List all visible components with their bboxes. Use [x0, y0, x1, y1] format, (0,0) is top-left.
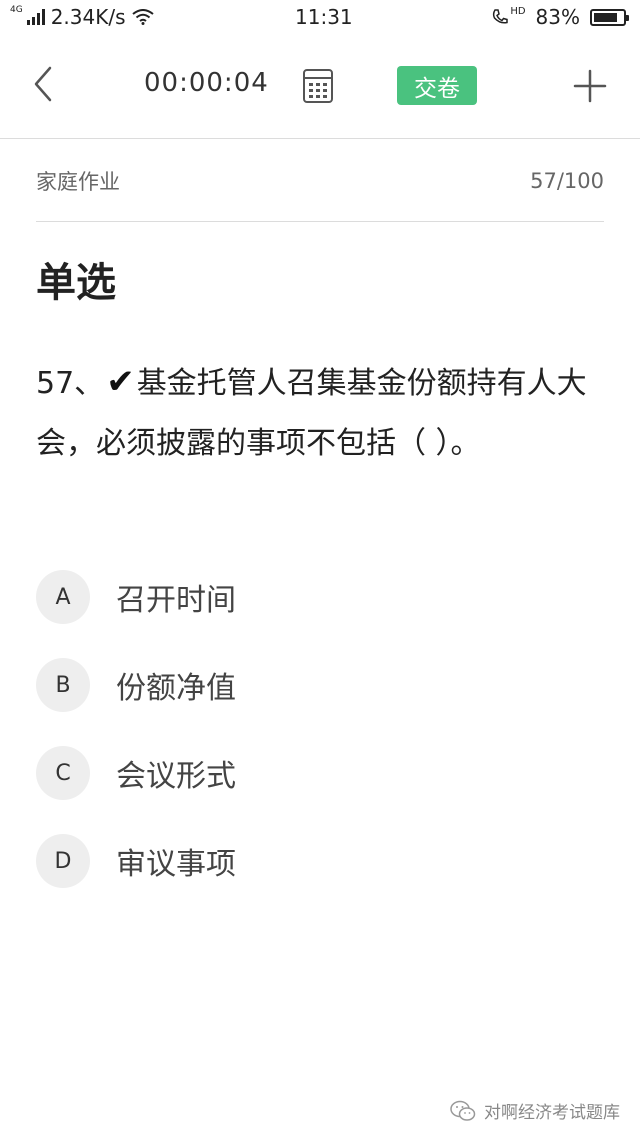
- chevron-left-icon: [34, 66, 52, 102]
- answer-options: A 召开时间 B 份额净值 C 会议形式 D 审议事项: [36, 553, 606, 905]
- option-text: 份额净值: [116, 671, 236, 706]
- option-letter: A: [36, 570, 90, 624]
- option-text: 审议事项: [116, 847, 236, 882]
- section-header: 家庭作业 57/100: [36, 140, 604, 222]
- submit-exam-button[interactable]: 交卷: [397, 66, 477, 105]
- network-speed: 2.34K/s: [50, 5, 126, 29]
- phone-hd-icon: HD: [491, 5, 526, 26]
- battery-fill: [594, 12, 618, 22]
- option-letter: C: [36, 746, 90, 800]
- option-text: 会议形式: [116, 759, 236, 794]
- status-time: 11:31: [295, 5, 353, 29]
- wechat-icon: [450, 1100, 476, 1121]
- option-c[interactable]: C 会议形式: [36, 729, 606, 817]
- status-bar: 4G 2.34K/s 11:31 HD 83%: [0, 0, 640, 34]
- section-title: 家庭作业: [36, 169, 120, 194]
- option-b[interactable]: B 份额净值: [36, 641, 606, 729]
- question-progress: 57/100: [530, 168, 604, 193]
- watermark-text: 对啊经济考试题库: [484, 1103, 620, 1123]
- watermark: 对啊经济考试题库: [450, 1098, 620, 1123]
- signal-icon: [26, 9, 45, 25]
- hd-label: HD: [510, 5, 526, 17]
- option-letter: D: [36, 834, 90, 888]
- battery-icon: [590, 8, 629, 26]
- option-d[interactable]: D 审议事项: [36, 817, 606, 905]
- question-type: 单选: [36, 260, 116, 306]
- option-text: 召开时间: [116, 583, 236, 618]
- network-type: 4G: [10, 5, 23, 15]
- option-a[interactable]: A 召开时间: [36, 553, 606, 641]
- battery-percent: 83%: [535, 5, 580, 29]
- check-mark-icon: ✔: [106, 362, 135, 402]
- exam-timer: 00:00:04: [144, 68, 269, 98]
- wifi-icon: [131, 9, 154, 25]
- status-left: 4G 2.34K/s: [10, 5, 154, 29]
- add-button[interactable]: [570, 66, 610, 106]
- exam-toolbar: 00:00:04 交卷: [0, 34, 640, 139]
- question-number: 57、: [36, 366, 105, 401]
- status-right: HD 83%: [491, 5, 629, 29]
- answer-sheet-button[interactable]: [300, 66, 336, 106]
- plus-icon: [573, 69, 607, 103]
- option-letter: B: [36, 658, 90, 712]
- question-stem: 57、✔基金托管人召集基金份额持有人大会，必须披露的事项不包括（ ）。: [36, 352, 606, 474]
- back-button[interactable]: [22, 62, 62, 106]
- answer-sheet-icon: [303, 69, 333, 103]
